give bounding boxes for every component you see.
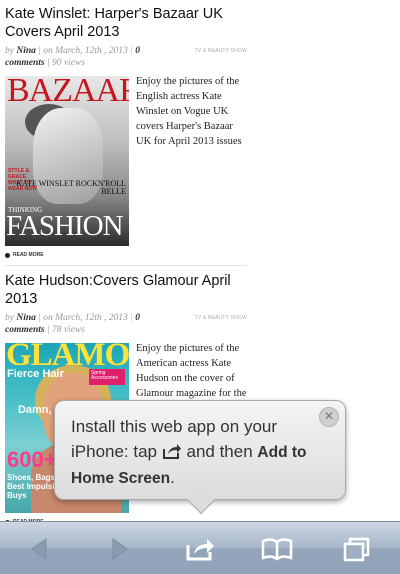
forward-button[interactable] bbox=[103, 534, 137, 564]
post-title[interactable]: Kate Winslet: Harper's Bazaar UK Covers … bbox=[5, 5, 247, 41]
category-label[interactable]: TV & BEAUTY SHOW bbox=[194, 312, 247, 324]
post-title[interactable]: Kate Hudson:Covers Glamour April 2013 bbox=[5, 272, 247, 308]
post-thumbnail[interactable]: BAZAAR STYLE & GRACE WHAT TO WEAR NOW KA… bbox=[5, 76, 129, 246]
comments-count[interactable]: 0 bbox=[135, 46, 140, 56]
category-label[interactable]: TV & BEAUTY SHOW bbox=[194, 45, 247, 57]
bookmarks-button[interactable] bbox=[260, 534, 294, 564]
tabs-icon bbox=[343, 537, 370, 562]
cover-fierce-text: Fierce Hair bbox=[7, 368, 64, 380]
bullet-icon bbox=[5, 252, 10, 258]
read-more-link[interactable]: READ MORE bbox=[5, 252, 247, 258]
post-meta: by Nina | on March, 12th , 2013 | 0 comm… bbox=[5, 45, 247, 69]
add-to-home-screen-popover: Install this web app on your iPhone: tap… bbox=[54, 400, 346, 515]
forward-icon bbox=[112, 538, 128, 560]
comments-link[interactable]: comments bbox=[5, 325, 45, 335]
share-icon bbox=[162, 444, 181, 459]
cover-headline: FASHION bbox=[6, 210, 124, 242]
popover-period: . bbox=[170, 468, 175, 487]
post-date: | on March, 12th , 2013 bbox=[38, 313, 128, 323]
comments-link[interactable]: comments bbox=[5, 58, 45, 68]
author-link[interactable]: Nina bbox=[16, 313, 36, 323]
browser-toolbar bbox=[0, 521, 400, 574]
divider bbox=[5, 265, 247, 266]
author-link[interactable]: Nina bbox=[16, 46, 36, 56]
meta-by: by bbox=[5, 46, 14, 56]
cover-big-number: 600+ bbox=[7, 447, 57, 472]
popover-text-line2: and then bbox=[186, 442, 253, 461]
back-icon bbox=[31, 538, 47, 560]
tabs-button[interactable] bbox=[340, 534, 374, 564]
read-more-label: READ MORE bbox=[13, 252, 44, 258]
meta-separator: | bbox=[130, 313, 133, 323]
post: Kate Winslet: Harper's Bazaar UK Covers … bbox=[5, 5, 247, 266]
post-date: | on March, 12th , 2013 bbox=[38, 46, 128, 56]
views-count: | 78 views bbox=[46, 325, 85, 335]
cover-badge: Spring Accessories bbox=[89, 369, 125, 385]
post-excerpt: Enjoy the pictures of the English actres… bbox=[136, 76, 242, 147]
close-button[interactable]: ✕ bbox=[319, 407, 339, 427]
comments-count[interactable]: 0 bbox=[135, 313, 140, 323]
bookmarks-icon bbox=[261, 538, 293, 561]
popover-message: Install this web app on your iPhone: tap… bbox=[71, 414, 333, 491]
back-button[interactable] bbox=[22, 534, 56, 564]
cover-masthead: BAZAAR bbox=[7, 76, 129, 109]
share-button[interactable] bbox=[184, 534, 218, 564]
cover-name: KATE WINSLET ROCKN'ROLL BELLE bbox=[16, 179, 126, 196]
meta-separator: | bbox=[130, 46, 133, 56]
share-icon bbox=[186, 539, 214, 561]
meta-by: by bbox=[5, 313, 14, 323]
post-meta: by Nina | on March, 12th , 2013 | 0 comm… bbox=[5, 312, 247, 336]
views-count: | 90 views bbox=[46, 58, 85, 68]
